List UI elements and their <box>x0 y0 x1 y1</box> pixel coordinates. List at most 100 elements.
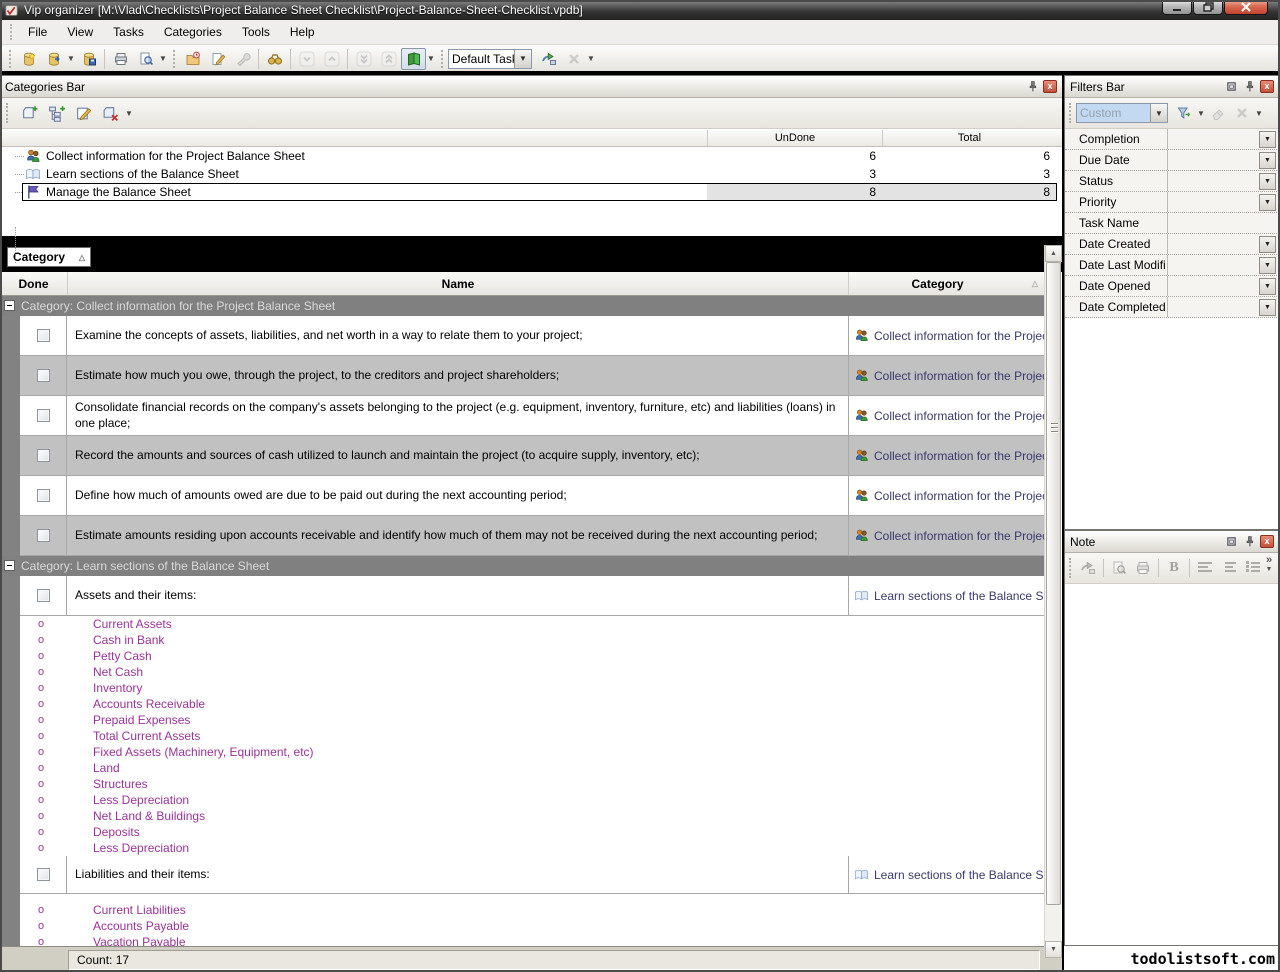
task-done-checkbox[interactable] <box>37 329 50 342</box>
close-button[interactable] <box>1224 0 1268 15</box>
pin-icon[interactable] <box>1242 80 1257 94</box>
move-down-icon[interactable] <box>294 48 319 70</box>
default-task-combo-dropdown-icon[interactable]: ▼ <box>514 50 531 68</box>
column-header-category[interactable]: Category <box>848 272 1026 295</box>
align-left-icon[interactable] <box>1193 557 1217 579</box>
group-by-box[interactable]: Category △ <box>7 247 91 267</box>
filter-row-date-opened[interactable]: Date Opened▼ <box>1065 276 1279 297</box>
filter-row-date-last-modified[interactable]: Date Last Modified▼ <box>1065 255 1279 276</box>
note-toolbar-overflow-icon[interactable]: »▼ <box>1262 555 1276 573</box>
note-content[interactable] <box>1065 584 1279 945</box>
default-task-combo[interactable]: Default Task ▼ <box>448 49 532 69</box>
move-to-bottom-icon[interactable] <box>351 48 376 70</box>
filter-row-due-date[interactable]: Due Date▼ <box>1065 150 1279 171</box>
collapse-group-icon[interactable] <box>4 300 15 311</box>
delete-template-icon[interactable] <box>561 48 586 70</box>
filter-preset-dropdown-icon[interactable]: ▼ <box>1150 104 1167 122</box>
scroll-up-icon[interactable]: ▲ <box>1045 245 1062 262</box>
task-done-checkbox[interactable] <box>37 409 50 422</box>
move-up-icon[interactable] <box>319 48 344 70</box>
task-row[interactable]: Examine the concepts of assets, liabilit… <box>20 316 1044 356</box>
app-icon[interactable] <box>4 3 19 17</box>
column-header-name[interactable]: Name <box>67 272 848 295</box>
filter-dropdown-icon[interactable]: ▼ <box>1259 299 1276 316</box>
filter-row-status[interactable]: Status▼ <box>1065 171 1279 192</box>
task-row[interactable]: Consolidate financial records on the com… <box>20 396 1044 436</box>
task-row[interactable]: Assets and their items: Learn sections o… <box>20 576 1044 616</box>
scrollbar-thumb[interactable] <box>1046 262 1061 905</box>
restore-panel-icon[interactable] <box>1224 80 1239 94</box>
toolbar-overflow-icon[interactable]: ▼ <box>586 54 596 63</box>
bold-icon[interactable]: B <box>1162 557 1186 579</box>
apply-filter-icon[interactable] <box>1172 102 1196 124</box>
filter-dropdown-icon[interactable]: ▼ <box>1259 131 1276 148</box>
delete-filter-icon[interactable] <box>1230 102 1254 124</box>
restore-panel-icon[interactable] <box>1224 535 1239 549</box>
task-row[interactable]: Define how much of amounts owed are due … <box>20 476 1044 516</box>
close-panel-button[interactable]: x <box>1260 535 1274 548</box>
category-row[interactable]: Collect information for the Project Bala… <box>0 147 1062 165</box>
filters-toolbar-overflow-icon[interactable]: ▼ <box>1254 109 1264 118</box>
menu-tasks[interactable]: Tasks <box>103 21 154 43</box>
task-done-checkbox[interactable] <box>37 868 50 881</box>
category-row-selected[interactable]: Manage the Balance Sheet 8 8 <box>0 183 1062 201</box>
print-icon[interactable] <box>108 48 133 70</box>
group-row[interactable]: Category: Collect information for the Pr… <box>0 296 1044 316</box>
edit-task-icon[interactable] <box>205 48 230 70</box>
filter-row-date-completed[interactable]: Date Completed▼ <box>1065 297 1279 318</box>
menu-categories[interactable]: Categories <box>154 21 232 43</box>
task-done-checkbox[interactable] <box>37 449 50 462</box>
pin-icon[interactable] <box>1242 535 1257 549</box>
new-database-icon[interactable] <box>16 48 41 70</box>
column-header-done[interactable]: Done <box>0 272 67 295</box>
collapse-group-icon[interactable] <box>4 560 15 571</box>
find-icon[interactable] <box>262 48 287 70</box>
column-header-undone[interactable]: UnDone <box>707 130 882 146</box>
task-templates-dropdown-icon[interactable]: ▼ <box>426 54 436 63</box>
apply-filter-dropdown-icon[interactable]: ▼ <box>1196 109 1206 118</box>
task-row[interactable]: Estimate how much you owe, through the p… <box>20 356 1044 396</box>
print-dropdown-icon[interactable]: ▼ <box>158 54 168 63</box>
filter-row-date-created[interactable]: Date Created▼ <box>1065 234 1279 255</box>
task-done-checkbox[interactable] <box>37 489 50 502</box>
scroll-down-icon[interactable]: ▼ <box>1045 941 1062 958</box>
group-row[interactable]: Category: Learn sections of the Balance … <box>0 556 1044 576</box>
task-done-checkbox[interactable] <box>37 589 50 602</box>
task-row[interactable]: Record the amounts and sources of cash u… <box>20 436 1044 476</box>
filter-dropdown-icon[interactable]: ▼ <box>1259 257 1276 274</box>
task-row[interactable]: Estimate amounts residing upon accounts … <box>20 516 1044 556</box>
task-done-checkbox[interactable] <box>37 369 50 382</box>
note-print-icon[interactable] <box>1131 557 1155 579</box>
align-right-icon[interactable] <box>1217 557 1241 579</box>
filter-dropdown-icon[interactable]: ▼ <box>1259 236 1276 253</box>
task-templates-icon[interactable] <box>401 48 426 70</box>
task-done-checkbox[interactable] <box>37 529 50 542</box>
menu-tools[interactable]: Tools <box>232 21 280 43</box>
open-database-dropdown-icon[interactable]: ▼ <box>66 54 76 63</box>
move-to-top-icon[interactable] <box>376 48 401 70</box>
new-category-icon[interactable] <box>16 101 43 126</box>
open-database-icon[interactable] <box>41 48 66 70</box>
menu-help[interactable]: Help <box>280 21 325 43</box>
delete-category-icon[interactable] <box>97 101 124 126</box>
menu-view[interactable]: View <box>57 21 103 43</box>
new-subcategory-icon[interactable] <box>43 101 70 126</box>
filter-dropdown-icon[interactable]: ▼ <box>1259 173 1276 190</box>
pin-icon[interactable] <box>1025 80 1040 94</box>
filter-dropdown-icon[interactable]: ▼ <box>1259 194 1276 211</box>
save-database-icon[interactable] <box>76 48 101 70</box>
menu-file[interactable]: File <box>18 21 57 43</box>
column-header-total[interactable]: Total <box>882 130 1056 146</box>
edit-category-icon[interactable] <box>70 101 97 126</box>
grid-vertical-scrollbar[interactable]: ▲ ▼ <box>1044 245 1061 958</box>
minimize-button[interactable] <box>1162 0 1192 15</box>
filter-dropdown-icon[interactable]: ▼ <box>1259 152 1276 169</box>
clear-filter-icon[interactable] <box>1206 102 1230 124</box>
filter-dropdown-icon[interactable]: ▼ <box>1259 278 1276 295</box>
category-row[interactable]: Learn sections of the Balance Sheet 3 3 <box>0 165 1062 183</box>
task-row[interactable]: Liabilities and their items: Learn secti… <box>20 856 1044 894</box>
filter-preset-combo[interactable]: Custom ▼ <box>1076 103 1168 123</box>
filter-row-priority[interactable]: Priority▼ <box>1065 192 1279 213</box>
apply-note-icon[interactable] <box>1076 557 1100 579</box>
note-print-preview-icon[interactable] <box>1107 557 1131 579</box>
